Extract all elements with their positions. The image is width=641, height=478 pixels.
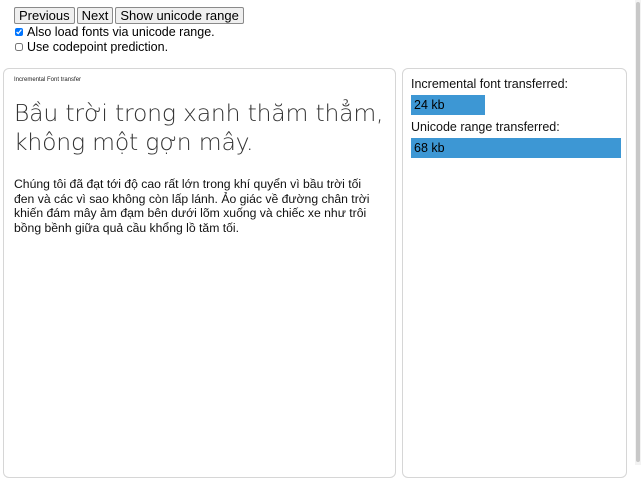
page-scrollbar[interactable] <box>635 0 641 465</box>
codepoint-prediction-option[interactable]: Use codepoint prediction. <box>14 40 168 54</box>
unicode-range-option[interactable]: Also load fonts via unicode range. <box>14 25 215 39</box>
sample-text-panel: Incremental Font transfer Bầu trời trong… <box>3 68 396 478</box>
incremental-transfer-value: 24 kb <box>411 95 486 115</box>
sample-paragraph: Chúng tôi đã đạt tới độ cao rất lớn tron… <box>14 177 370 235</box>
unicode-range-option-label: Also load fonts via unicode range. <box>27 25 215 39</box>
toolbar: Previous Next Show unicode range <box>14 7 244 24</box>
next-button[interactable]: Next <box>76 7 114 24</box>
unicode-range-transfer-value: 68 kb <box>411 138 621 158</box>
incremental-transfer-label: Incremental font transferred: <box>411 77 569 91</box>
sample-title: Incremental Font transfer <box>14 77 82 83</box>
scrollbar-thumb[interactable] <box>636 2 640 462</box>
unicode-range-checkbox[interactable] <box>15 28 23 36</box>
show-unicode-range-button[interactable]: Show unicode range <box>115 7 244 24</box>
codepoint-prediction-option-label: Use codepoint prediction. <box>27 40 169 54</box>
codepoint-prediction-checkbox[interactable] <box>15 43 23 51</box>
transfer-stats-panel: Incremental font transferred: 24 kb Unic… <box>402 68 627 478</box>
sample-heading: Bầu trời trong xanh thăm thẳm, không một… <box>14 99 384 156</box>
unicode-range-transfer-label: Unicode range transferred: <box>411 120 560 134</box>
incremental-transfer-bar: 24 kb <box>411 95 621 115</box>
unicode-range-transfer-bar: 68 kb <box>411 138 621 158</box>
previous-button[interactable]: Previous <box>14 7 75 24</box>
